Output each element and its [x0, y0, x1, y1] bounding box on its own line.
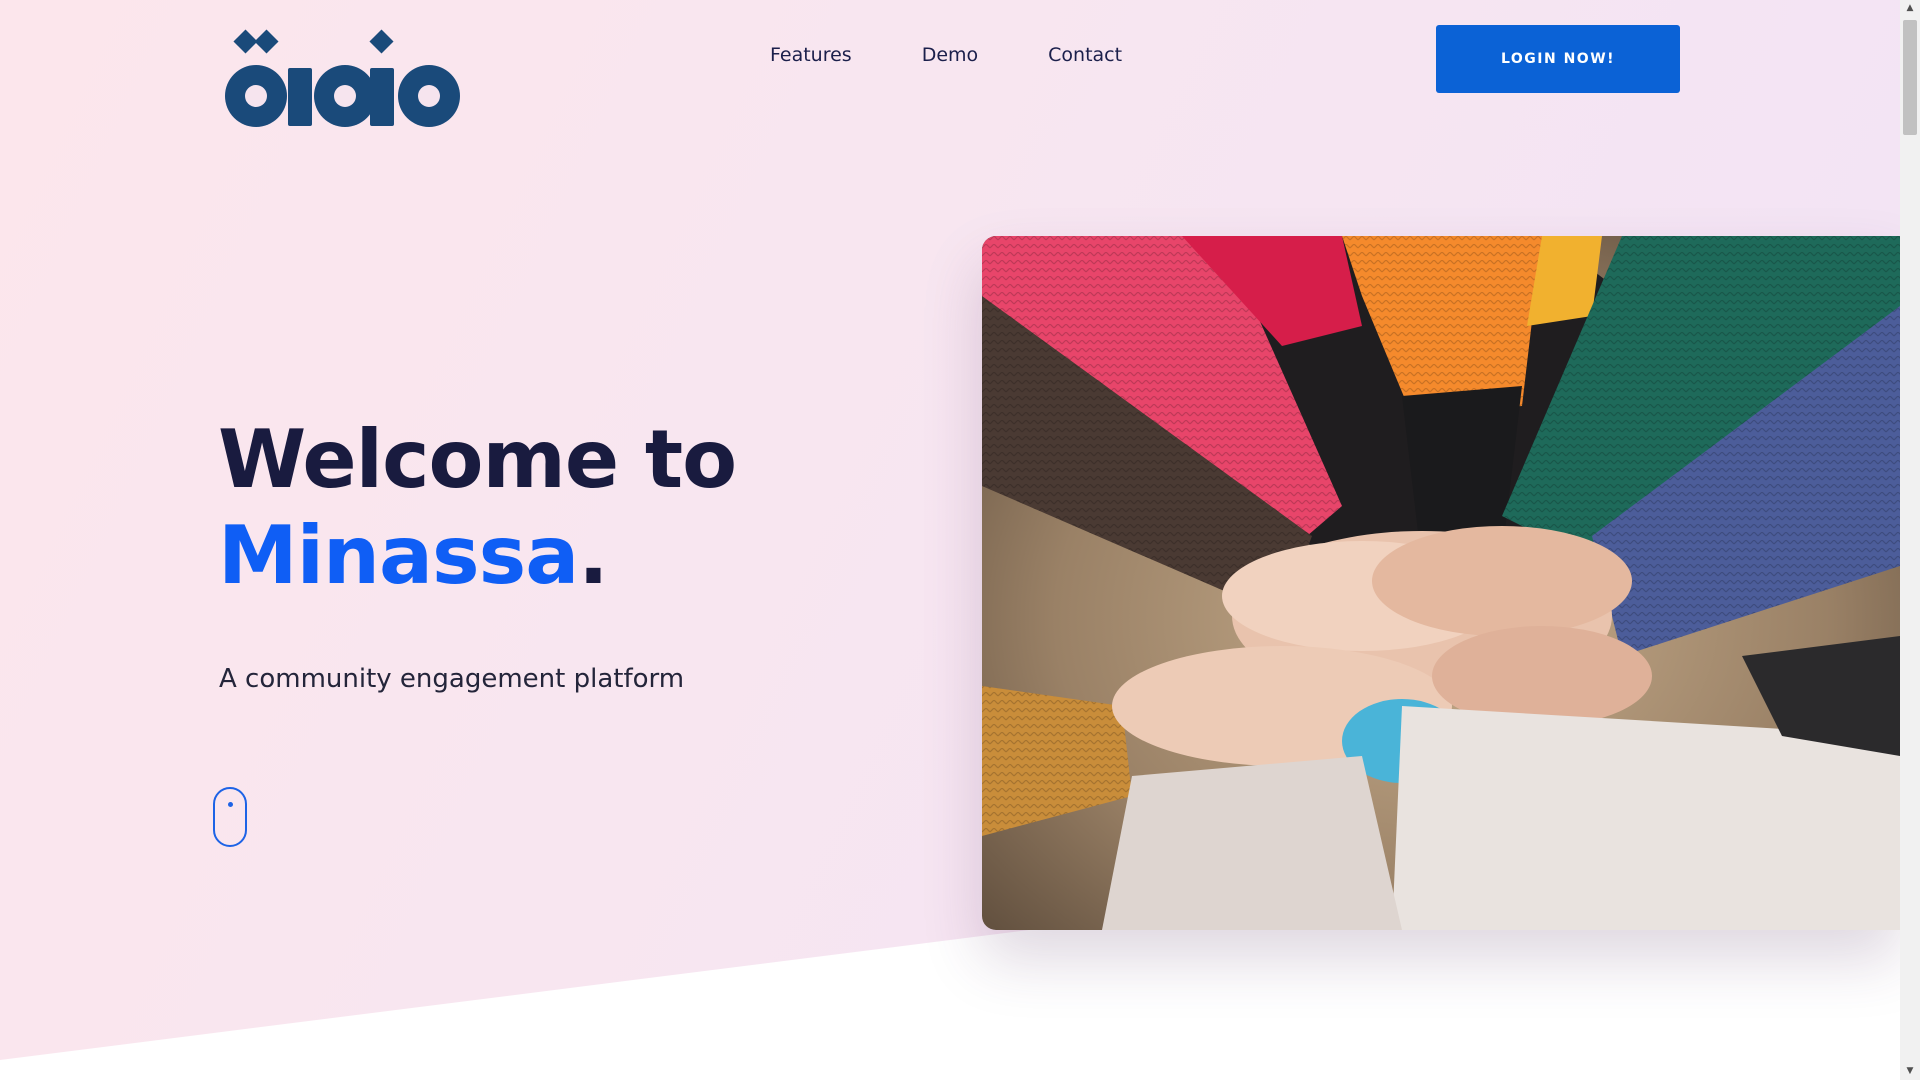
hero-headline: Welcome to Minassa. — [218, 412, 737, 604]
arrow-up-icon[interactable]: ▲ — [1900, 0, 1920, 17]
arrow-down-icon[interactable]: ▼ — [1900, 1063, 1920, 1080]
logo-graphic — [225, 29, 460, 127]
page-scrollbar[interactable]: ▲ ▼ — [1900, 0, 1920, 1080]
hero-image — [982, 236, 1900, 930]
headline-brand-name: Minassa — [218, 509, 579, 602]
nav-demo-link[interactable]: Demo — [922, 44, 978, 66]
headline-period: . — [578, 509, 608, 602]
main-navigation: Features Demo Contact — [770, 44, 1122, 66]
login-button[interactable]: LOGIN NOW! — [1436, 25, 1680, 93]
scrollbar-thumb[interactable] — [1903, 20, 1917, 135]
nav-features-link[interactable]: Features — [770, 44, 852, 66]
brand-logo[interactable] — [222, 28, 470, 136]
headline-line-1: Welcome to — [218, 413, 737, 506]
team-hands-photo-icon — [982, 236, 1900, 930]
mouse-scroll-icon[interactable] — [213, 787, 247, 847]
landing-page: Features Demo Contact LOGIN NOW! Welcome… — [0, 0, 1920, 1080]
hero-subtitle: A community engagement platform — [219, 664, 685, 694]
nav-contact-link[interactable]: Contact — [1048, 44, 1122, 66]
